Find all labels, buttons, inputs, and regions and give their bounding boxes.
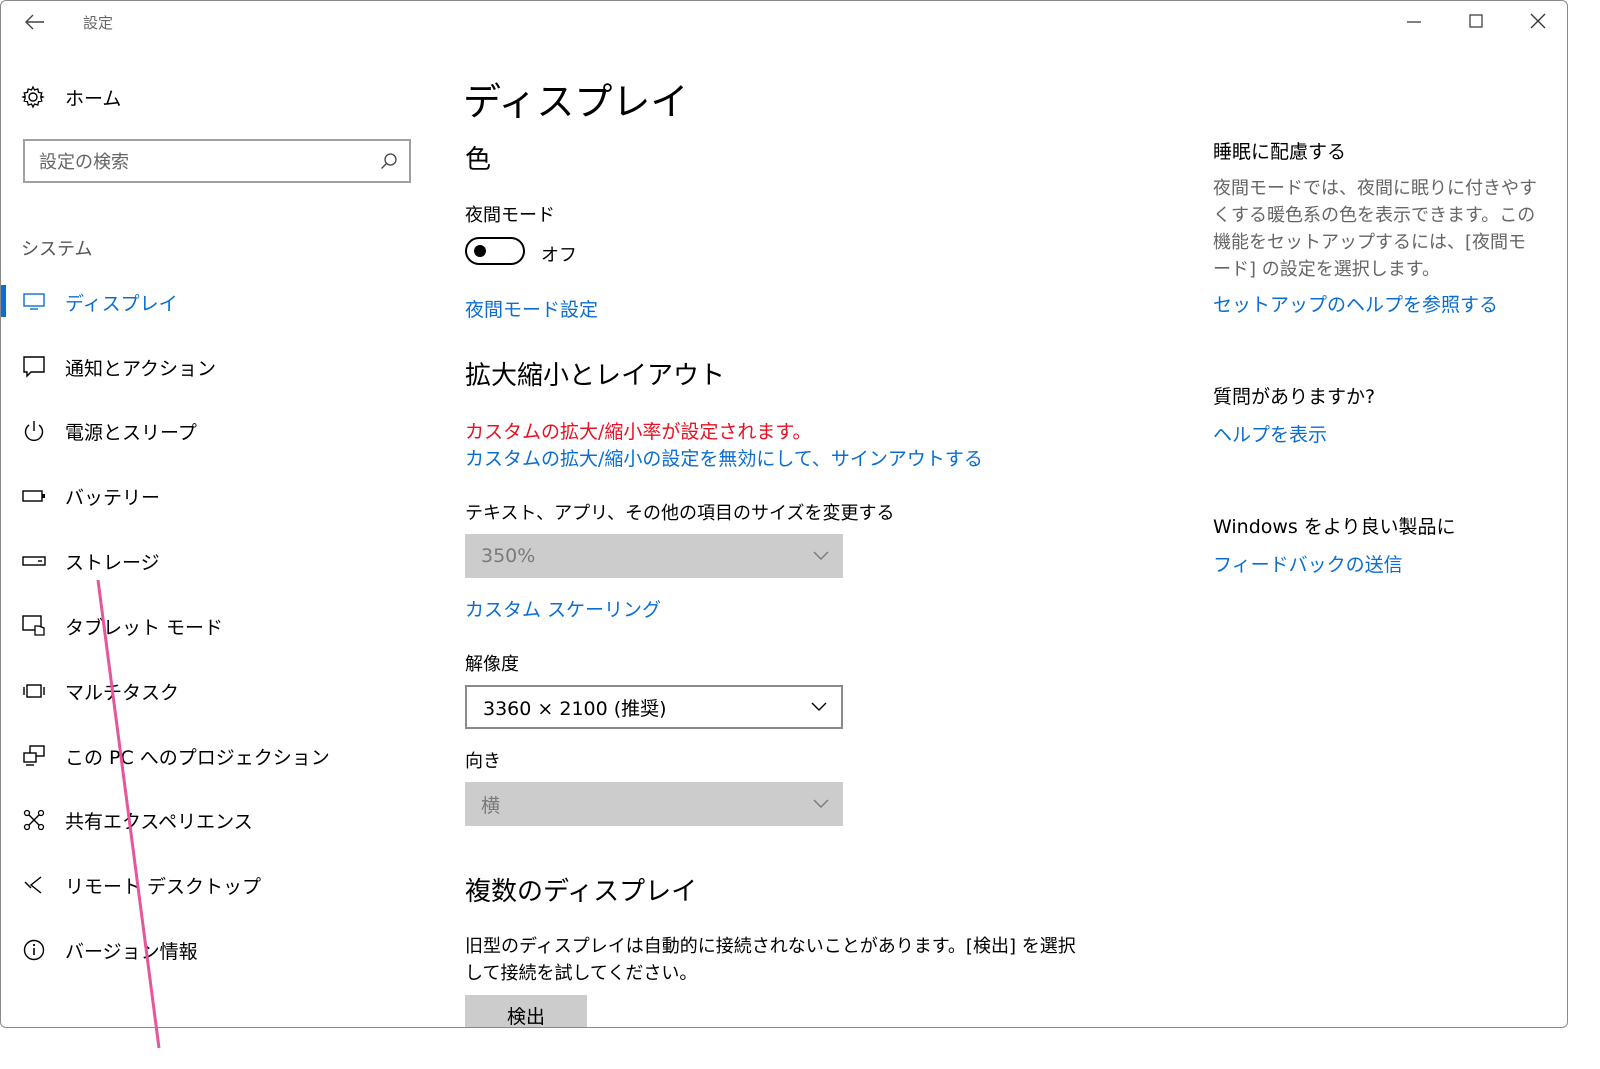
back-arrow-icon xyxy=(25,14,44,30)
settings-window: 設定 ホーム 設定の検索 システム ディスプレイ 通知とアクション 電源とスリー… xyxy=(0,0,1568,1028)
nav-item-tablet-mode[interactable]: タブレット モード xyxy=(1,601,431,651)
nav-item-remote-desktop[interactable]: リモート デスクトップ xyxy=(1,860,431,910)
night-mode-label: 夜間モード xyxy=(465,205,555,226)
minimize-button[interactable] xyxy=(1389,5,1439,37)
tablet-mode-icon xyxy=(21,613,47,639)
display-settings-pane: ディスプレイ 色 夜間モード オフ 夜間モード設定 拡大縮小とレイアウト カスタ… xyxy=(463,43,1183,1027)
custom-scaling-link[interactable]: カスタム スケーリング xyxy=(465,595,661,622)
nav-item-multitask[interactable]: マルチタスク xyxy=(1,666,431,716)
close-button[interactable] xyxy=(1513,5,1563,37)
home-nav-item[interactable]: ホーム xyxy=(21,81,121,113)
nav-item-label: バージョン情報 xyxy=(65,940,198,963)
disable-custom-scale-link[interactable]: カスタムの拡大/縮小の設定を無効にして、サインアウトする xyxy=(465,444,983,471)
multi-display-heading: 複数のディスプレイ xyxy=(465,877,698,907)
projection-icon xyxy=(21,743,47,769)
maximize-button[interactable] xyxy=(1451,5,1501,37)
nav-item-shared-experience[interactable]: 共有エクスペリエンス xyxy=(1,795,431,845)
settings-nav: ホーム 設定の検索 システム ディスプレイ 通知とアクション 電源とスリープ バ… xyxy=(1,43,431,1027)
nav-item-label: この PC へのプロジェクション xyxy=(65,746,330,769)
multi-display-description: 旧型のディスプレイは自動的に接続されないことがあります。[検出] を選択して接続… xyxy=(465,936,1076,984)
sleep-heading: 睡眠に配慮する xyxy=(1213,141,1347,163)
power-icon xyxy=(21,418,47,444)
custom-scale-warning: カスタムの拡大/縮小率が設定されます。 xyxy=(465,421,812,443)
gear-icon xyxy=(21,85,45,109)
toggle-knob xyxy=(474,245,486,257)
nav-item-label: 通知とアクション xyxy=(65,357,217,380)
back-button[interactable] xyxy=(15,7,55,37)
home-label: ホーム xyxy=(65,87,122,110)
battery-icon xyxy=(21,483,47,509)
night-mode-state: オフ xyxy=(541,245,577,266)
nav-item-label: ストレージ xyxy=(65,551,160,574)
nav-item-battery[interactable]: バッテリー xyxy=(1,471,431,521)
scale-layout-heading: 拡大縮小とレイアウト xyxy=(465,361,726,391)
info-icon xyxy=(21,937,47,963)
nav-item-notifications[interactable]: 通知とアクション xyxy=(1,342,431,392)
resolution-value: 3360 × 2100 (推奨) xyxy=(483,697,667,720)
title-bar: 設定 xyxy=(1,1,1567,43)
nav-item-label: 共有エクスペリエンス xyxy=(65,810,253,833)
feedback-link[interactable]: フィードバックの送信 xyxy=(1213,550,1403,577)
night-mode-toggle[interactable] xyxy=(465,237,525,265)
nav-item-label: タブレット モード xyxy=(65,616,224,639)
chevron-down-icon xyxy=(799,551,843,561)
help-link[interactable]: ヘルプを表示 xyxy=(1213,420,1327,447)
storage-icon xyxy=(21,548,47,574)
nav-item-label: ディスプレイ xyxy=(65,292,178,315)
nav-item-power[interactable]: 電源とスリープ xyxy=(1,406,431,456)
page-title: ディスプレイ xyxy=(463,80,689,124)
orientation-label: 向き xyxy=(465,751,501,772)
chevron-down-icon xyxy=(797,702,841,712)
orientation-value: 横 xyxy=(481,794,501,817)
resolution-label: 解像度 xyxy=(465,654,519,675)
chevron-down-icon xyxy=(799,799,843,809)
nav-item-label: バッテリー xyxy=(65,486,161,509)
settings-search-input[interactable]: 設定の検索 xyxy=(23,139,411,183)
remote-desktop-icon xyxy=(21,872,47,898)
notification-icon xyxy=(21,354,47,380)
scale-value: 350% xyxy=(481,545,536,567)
search-icon xyxy=(369,152,409,170)
nav-item-projection[interactable]: この PC へのプロジェクション xyxy=(1,731,431,781)
feedback-heading: Windows をより良い製品に xyxy=(1213,516,1456,538)
search-placeholder: 設定の検索 xyxy=(39,152,129,173)
related-info-pane: 睡眠に配慮する 夜間モードでは、夜間に眠りに付きやすくする暖色系の色を表示できま… xyxy=(1213,43,1553,1027)
nav-item-about[interactable]: バージョン情報 xyxy=(1,925,431,975)
close-icon xyxy=(1530,13,1546,29)
question-heading: 質問がありますか? xyxy=(1213,386,1376,408)
sleep-description: 夜間モードでは、夜間に眠りに付きやすくする暖色系の色を表示できます。この機能をセ… xyxy=(1213,178,1537,280)
setup-help-link[interactable]: セットアップのヘルプを参照する xyxy=(1213,290,1498,317)
window-title: 設定 xyxy=(83,14,114,32)
orientation-dropdown[interactable]: 横 xyxy=(465,782,843,826)
scale-dropdown[interactable]: 350% xyxy=(465,534,843,578)
nav-item-label: 電源とスリープ xyxy=(65,421,197,444)
nav-item-label: マルチタスク xyxy=(65,681,180,704)
monitor-icon xyxy=(21,289,47,315)
detect-button[interactable]: 検出 xyxy=(465,995,587,1027)
resolution-dropdown[interactable]: 3360 × 2100 (推奨) xyxy=(465,685,843,729)
nav-section-label: システム xyxy=(21,239,93,260)
maximize-icon xyxy=(1469,14,1483,28)
nav-item-display[interactable]: ディスプレイ xyxy=(1,277,431,327)
nav-item-storage[interactable]: ストレージ xyxy=(1,536,431,586)
nav-item-label: リモート デスクトップ xyxy=(65,875,262,898)
color-section-heading: 色 xyxy=(465,145,492,175)
multitask-icon xyxy=(21,678,47,704)
minimize-icon xyxy=(1407,21,1421,23)
size-change-label: テキスト、アプリ、その他の項目のサイズを変更する xyxy=(465,503,895,524)
night-mode-settings-link[interactable]: 夜間モード設定 xyxy=(465,295,598,322)
active-indicator xyxy=(1,285,6,317)
shared-experience-icon xyxy=(21,807,47,833)
